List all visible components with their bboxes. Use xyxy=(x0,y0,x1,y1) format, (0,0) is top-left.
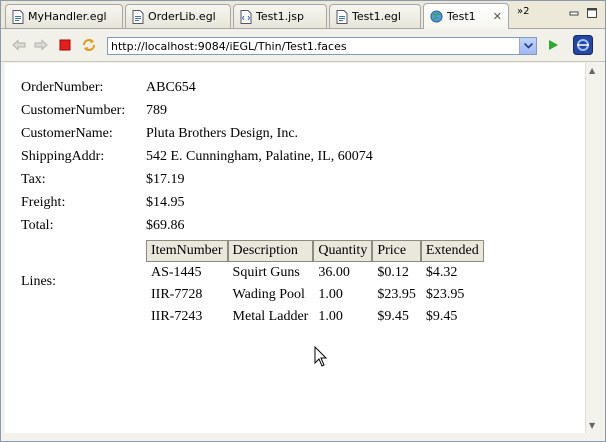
shipping-addr-value: 542 E. Cunningham, Palatine, IL, 60074 xyxy=(146,149,373,164)
total-label: Total: xyxy=(21,218,54,233)
stop-icon[interactable] xyxy=(57,37,73,53)
lines-table: ItemNumber Description Quantity Price Ex… xyxy=(146,240,484,328)
browser-toolbar: http://localhost:9084/iEGL/Thin/Test1.fa… xyxy=(1,29,605,62)
refresh-icon[interactable] xyxy=(81,37,97,53)
minimize-icon[interactable] xyxy=(567,6,581,19)
mouse-cursor-icon xyxy=(314,346,328,367)
tab-label: OrderLib.egl xyxy=(148,10,216,23)
column-header: ItemNumber xyxy=(146,240,228,262)
egl-file-icon xyxy=(336,9,348,24)
scroll-down-icon[interactable]: ▼ xyxy=(589,421,595,430)
close-tab-icon[interactable]: ✕ xyxy=(493,10,502,23)
url-input[interactable]: http://localhost:9084/iEGL/Thin/Test1.fa… xyxy=(107,37,537,55)
freight-label: Freight: xyxy=(21,195,66,210)
web-app-icon[interactable] xyxy=(573,35,593,55)
tab-test1-browser[interactable]: Test1 ✕ xyxy=(423,3,509,29)
jsp-file-icon xyxy=(240,9,252,24)
scroll-up-icon[interactable]: ▲ xyxy=(589,66,595,75)
column-header: Extended xyxy=(420,240,484,262)
forward-arrow-icon[interactable] xyxy=(33,37,49,53)
table-row: IIR-7243 Metal Ladder 1.00 $9.45 $9.45 xyxy=(146,306,484,328)
table-cell: $9.45 xyxy=(377,309,409,324)
order-number-label: OrderNumber: xyxy=(21,80,104,95)
tab-myhandler-egl[interactable]: MyHandler.egl xyxy=(5,4,123,28)
tab-label: MyHandler.egl xyxy=(28,10,107,23)
freight-value: $14.95 xyxy=(146,195,185,210)
customer-number-label: CustomerNumber: xyxy=(21,103,126,118)
table-cell: IIR-7243 xyxy=(151,309,203,324)
table-cell: Squirt Guns xyxy=(232,265,300,280)
tab-label: Test1.egl xyxy=(352,10,401,23)
table-row: IIR-7728 Wading Pool 1.00 $23.95 $23.95 xyxy=(146,284,484,306)
table-cell: Metal Ladder xyxy=(232,309,309,324)
table-cell: 1.00 xyxy=(318,309,343,324)
tab-orderlib-egl[interactable]: OrderLib.egl xyxy=(125,4,231,28)
table-cell: 1.00 xyxy=(318,287,343,302)
column-header: Quantity xyxy=(313,240,373,262)
egl-file-icon xyxy=(132,9,144,24)
web-browser-icon xyxy=(430,10,443,23)
table-cell: Wading Pool xyxy=(232,287,305,302)
shipping-addr-label: ShippingAddr: xyxy=(21,149,105,164)
table-cell: $0.12 xyxy=(377,265,409,280)
table-cell: $23.95 xyxy=(425,287,465,302)
tab-overflow-button[interactable]: »2 xyxy=(517,6,529,17)
column-header: Description xyxy=(227,240,314,262)
customer-name-value: Pluta Brothers Design, Inc. xyxy=(146,126,299,141)
lines-label: Lines: xyxy=(21,274,56,289)
vertical-scrollbar[interactable]: ▲ ▼ xyxy=(585,63,602,433)
maximize-icon[interactable] xyxy=(585,6,599,19)
tab-label: Test1 xyxy=(447,10,476,23)
tax-label: Tax: xyxy=(21,172,46,187)
egl-file-icon xyxy=(12,9,24,24)
table-cell: $9.45 xyxy=(425,309,458,324)
table-header-row: ItemNumber Description Quantity Price Ex… xyxy=(146,240,484,262)
total-value: $69.86 xyxy=(146,218,185,233)
tab-label: Test1.jsp xyxy=(256,10,304,23)
tax-value: $17.19 xyxy=(146,172,185,187)
go-icon[interactable] xyxy=(545,37,561,53)
table-cell: IIR-7728 xyxy=(151,287,203,302)
customer-name-label: CustomerName: xyxy=(21,126,113,141)
table-cell: $23.95 xyxy=(377,287,416,302)
tab-test1-jsp[interactable]: Test1.jsp xyxy=(233,4,327,28)
back-arrow-icon[interactable] xyxy=(11,37,27,53)
customer-number-value: 789 xyxy=(146,103,167,118)
order-number-value: ABC654 xyxy=(146,80,196,95)
url-text: http://localhost:9084/iEGL/Thin/Test1.fa… xyxy=(111,40,347,53)
table-row: AS-1445 Squirt Guns 36.00 $0.12 $4.32 xyxy=(146,262,484,284)
tab-test1-egl[interactable]: Test1.egl xyxy=(329,4,421,28)
url-history-dropdown[interactable] xyxy=(519,38,536,54)
chevron-down-icon xyxy=(523,43,533,49)
editor-tab-bar: MyHandler.egl OrderLib.egl Test1.jsp Tes… xyxy=(1,1,605,29)
column-header: Price xyxy=(372,240,421,262)
table-cell: AS-1445 xyxy=(151,265,202,280)
browser-window: MyHandler.egl OrderLib.egl Test1.jsp Tes… xyxy=(0,0,606,442)
table-cell: 36.00 xyxy=(318,265,350,280)
table-cell: $4.32 xyxy=(425,265,458,280)
browser-content-area: OrderNumber: ABC654 CustomerNumber: 789 … xyxy=(5,63,585,433)
